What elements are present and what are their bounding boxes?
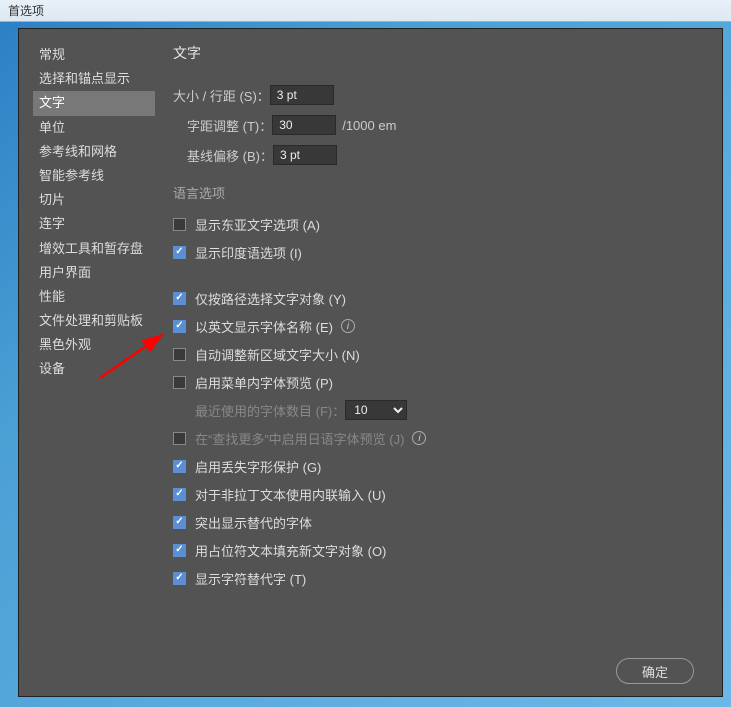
sidebar-item-smart-guides[interactable]: 智能参考线 — [33, 164, 155, 188]
sidebar: 常规 选择和锚点显示 文字 单位 参考线和网格 智能参考线 切片 连字 增效工具… — [33, 43, 155, 646]
japanese-preview-row: 在“查找更多”中启用日语字体预览 (J) i — [173, 424, 708, 452]
menu-font-preview-label[interactable]: 启用菜单内字体预览 (P) — [195, 373, 333, 392]
dialog-body: 常规 选择和锚点显示 文字 单位 参考线和网格 智能参考线 切片 连字 增效工具… — [19, 29, 722, 646]
select-by-path-row: 仅按路径选择文字对象 (Y) — [173, 284, 708, 312]
highlight-sub-checkbox[interactable] — [173, 516, 186, 529]
fill-placeholder-label[interactable]: 用占位符文本填充新文字对象 (O) — [195, 541, 386, 560]
content-panel: 文字 大小 / 行距 (S)： 字距调整 (T)： /1000 em 基线偏移 … — [155, 43, 708, 646]
highlight-sub-row: 突出显示替代的字体 — [173, 508, 708, 536]
sidebar-item-selection-anchor[interactable]: 选择和锚点显示 — [33, 67, 155, 91]
auto-size-area-checkbox[interactable] — [173, 348, 186, 361]
sidebar-item-guides-grid[interactable]: 参考线和网格 — [33, 140, 155, 164]
sidebar-item-hyphenation[interactable]: 连字 — [33, 212, 155, 236]
japanese-preview-checkbox[interactable] — [173, 432, 186, 445]
sidebar-item-devices[interactable]: 设备 — [33, 357, 155, 381]
east-asian-row: 显示东亚文字选项 (A) — [173, 210, 708, 238]
tracking-label: 字距调整 (T)： — [187, 116, 272, 135]
auto-size-area-label[interactable]: 自动调整新区域文字大小 (N) — [195, 345, 360, 364]
indic-checkbox[interactable] — [173, 246, 186, 259]
show-alternates-checkbox[interactable] — [173, 572, 186, 585]
tracking-input[interactable] — [272, 115, 336, 135]
missing-glyph-checkbox[interactable] — [173, 460, 186, 473]
baseline-label: 基线偏移 (B)： — [187, 146, 273, 165]
sidebar-item-file-clipboard[interactable]: 文件处理和剪贴板 — [33, 309, 155, 333]
sidebar-item-units[interactable]: 单位 — [33, 116, 155, 140]
size-leading-row: 大小 / 行距 (S)： — [173, 81, 708, 109]
menu-font-preview-row: 启用菜单内字体预览 (P) — [173, 368, 708, 396]
inline-input-row: 对于非拉丁文本使用内联输入 (U) — [173, 480, 708, 508]
missing-glyph-row: 启用丢失字形保护 (G) — [173, 452, 708, 480]
sidebar-item-plugins-scratch[interactable]: 增效工具和暂存盘 — [33, 237, 155, 261]
title-bar: 首选项 — [0, 0, 731, 22]
baseline-row: 基线偏移 (B)： — [173, 141, 708, 169]
menu-font-preview-checkbox[interactable] — [173, 376, 186, 389]
sidebar-item-performance[interactable]: 性能 — [33, 285, 155, 309]
sidebar-item-black-appearance[interactable]: 黑色外观 — [33, 333, 155, 357]
select-by-path-checkbox[interactable] — [173, 292, 186, 305]
recent-fonts-label: 最近使用的字体数目 (F)： — [195, 401, 345, 420]
content-title: 文字 — [173, 43, 708, 63]
dialog-footer: 确定 — [19, 646, 722, 696]
english-font-names-label[interactable]: 以英文显示字体名称 (E) — [195, 317, 333, 336]
info-icon[interactable]: i — [341, 319, 355, 333]
show-alternates-row: 显示字符替代字 (T) — [173, 564, 708, 592]
select-by-path-label[interactable]: 仅按路径选择文字对象 (Y) — [195, 289, 346, 308]
tracking-row: 字距调整 (T)： /1000 em — [173, 111, 708, 139]
indic-label[interactable]: 显示印度语选项 (I) — [195, 243, 302, 262]
east-asian-checkbox[interactable] — [173, 218, 186, 231]
language-section-title: 语言选项 — [173, 183, 708, 202]
sidebar-item-type[interactable]: 文字 — [33, 91, 155, 115]
preferences-dialog: 常规 选择和锚点显示 文字 单位 参考线和网格 智能参考线 切片 连字 增效工具… — [18, 28, 723, 697]
missing-glyph-label[interactable]: 启用丢失字形保护 (G) — [195, 457, 321, 476]
size-leading-label: 大小 / 行距 (S)： — [173, 86, 270, 105]
fill-placeholder-row: 用占位符文本填充新文字对象 (O) — [173, 536, 708, 564]
ok-button[interactable]: 确定 — [616, 658, 694, 684]
english-font-names-row: 以英文显示字体名称 (E) i — [173, 312, 708, 340]
baseline-input[interactable] — [273, 145, 337, 165]
auto-size-area-row: 自动调整新区域文字大小 (N) — [173, 340, 708, 368]
indic-row: 显示印度语选项 (I) — [173, 238, 708, 266]
highlight-sub-label[interactable]: 突出显示替代的字体 — [195, 513, 312, 532]
east-asian-label[interactable]: 显示东亚文字选项 (A) — [195, 215, 320, 234]
japanese-preview-label[interactable]: 在“查找更多”中启用日语字体预览 (J) — [195, 429, 404, 448]
show-alternates-label[interactable]: 显示字符替代字 (T) — [195, 569, 306, 588]
window-title: 首选项 — [8, 2, 44, 19]
recent-fonts-select[interactable]: 10 — [345, 400, 407, 420]
info-icon[interactable]: i — [412, 431, 426, 445]
tracking-unit: /1000 em — [342, 118, 396, 133]
english-font-names-checkbox[interactable] — [173, 320, 186, 333]
size-leading-input[interactable] — [270, 85, 334, 105]
sidebar-item-general[interactable]: 常规 — [33, 43, 155, 67]
inline-input-label[interactable]: 对于非拉丁文本使用内联输入 (U) — [195, 485, 386, 504]
fill-placeholder-checkbox[interactable] — [173, 544, 186, 557]
inline-input-checkbox[interactable] — [173, 488, 186, 501]
sidebar-item-ui[interactable]: 用户界面 — [33, 261, 155, 285]
recent-fonts-row: 最近使用的字体数目 (F)： 10 — [173, 396, 708, 424]
sidebar-item-slices[interactable]: 切片 — [33, 188, 155, 212]
